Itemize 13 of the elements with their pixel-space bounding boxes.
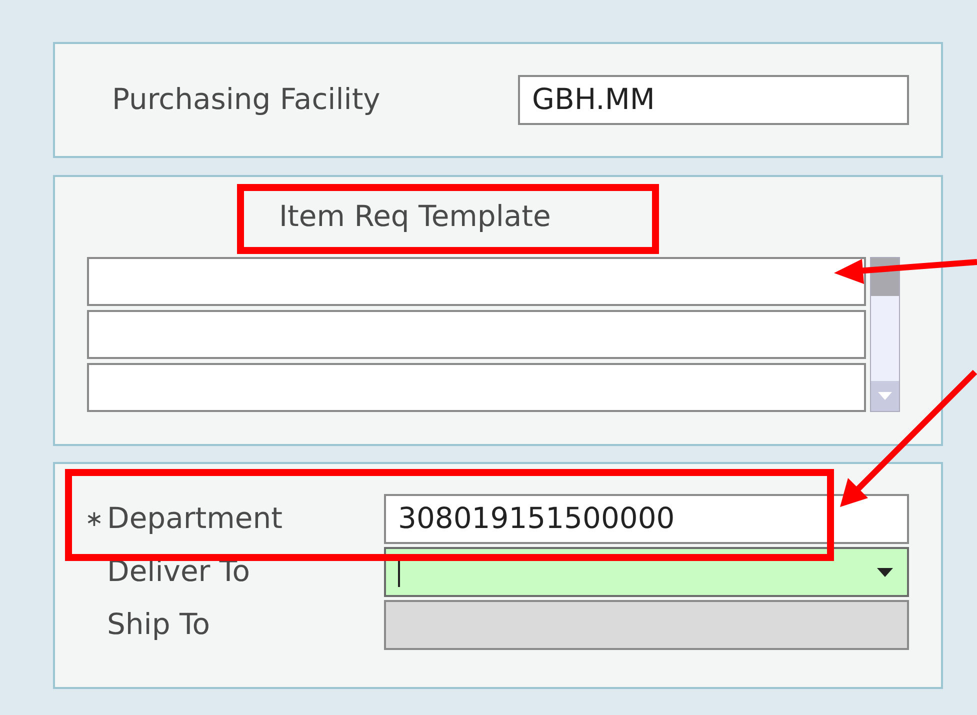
field-label: Department	[107, 500, 282, 538]
field-label: Ship To	[107, 606, 210, 644]
facility-field[interactable]: GBH.MM	[518, 75, 909, 125]
field-label: Purchasing Facility	[112, 81, 382, 118]
template-row[interactable]	[87, 310, 866, 359]
caret-icon[interactable]	[877, 568, 893, 576]
scrollbar[interactable]	[870, 257, 900, 412]
section-title: Item Req Template	[279, 198, 551, 235]
readonly-field[interactable]	[384, 600, 909, 650]
text-field[interactable]: 308019151500000	[384, 494, 909, 544]
template-row[interactable]	[87, 257, 866, 306]
template-row[interactable]	[87, 363, 866, 412]
required-marker: ∗	[85, 506, 104, 534]
